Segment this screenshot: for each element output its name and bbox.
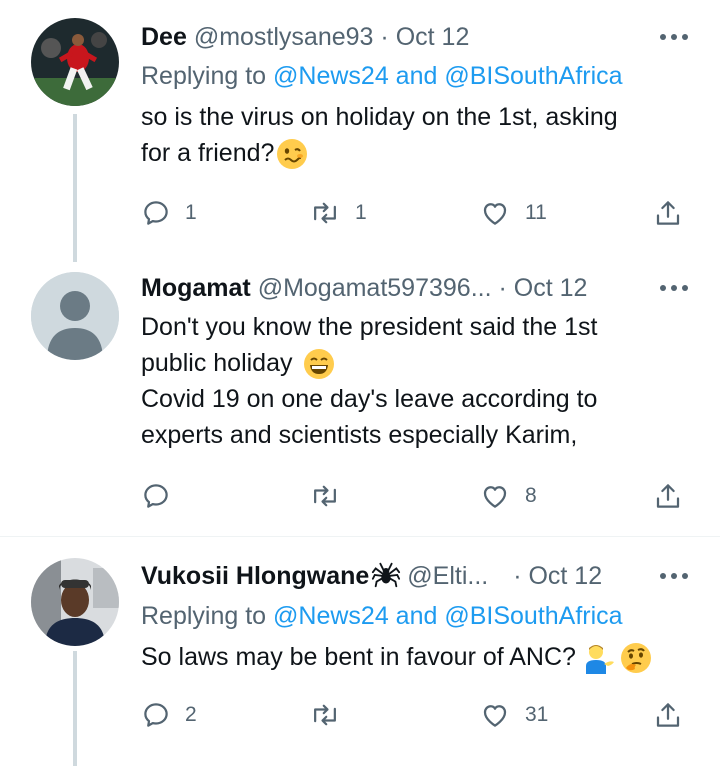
like-count: 31 xyxy=(525,703,549,726)
replying-to: Replying to @News24 and @BISouthAfrica xyxy=(141,599,623,633)
retweet-icon xyxy=(314,485,336,507)
timestamp[interactable]: Oct 12 xyxy=(514,274,588,302)
avatar-photo-person xyxy=(31,558,119,646)
reply-button[interactable]: 2 xyxy=(141,697,197,733)
replying-prefix: Replying to xyxy=(141,62,274,90)
person-tipping-hand-emoji xyxy=(585,645,614,675)
like-count: 11 xyxy=(525,201,547,224)
tweet-header: Dee @mostlysane93 · Oct 12 xyxy=(141,20,720,54)
display-name[interactable]: Vukosii Hlongwane xyxy=(141,562,369,590)
like-button[interactable]: 31 xyxy=(479,697,548,733)
more-icon[interactable] xyxy=(660,559,688,593)
tweet-dee[interactable]: Dee @mostlysane93 · Oct 12 Replying to @… xyxy=(0,0,720,262)
retweet-button[interactable]: 1 xyxy=(309,195,367,231)
reply-icon xyxy=(144,201,168,225)
like-count: 8 xyxy=(525,484,537,507)
text-line: so is the virus on holiday on the 1st, a… xyxy=(141,103,618,131)
avatar[interactable] xyxy=(31,558,119,646)
more-icon[interactable] xyxy=(660,20,688,54)
reply-button[interactable]: 1 xyxy=(141,195,197,231)
like-icon xyxy=(483,486,507,508)
retweet-icon xyxy=(314,202,336,224)
share-icon xyxy=(656,201,680,225)
tweet-text: so is the virus on holiday on the 1st, a… xyxy=(141,99,681,171)
like-icon xyxy=(483,203,507,225)
tweet-actions: 1 1 11 xyxy=(141,195,691,231)
spider-emoji xyxy=(372,563,401,588)
handle[interactable]: @mostlysane93 xyxy=(194,23,374,51)
retweet-count: 1 xyxy=(355,201,367,224)
share-button[interactable] xyxy=(653,195,683,231)
like-button[interactable]: 8 xyxy=(479,478,537,514)
replying-mentions[interactable]: @News24 and @BISouthAfrica xyxy=(273,602,623,630)
share-button[interactable] xyxy=(653,697,683,733)
replying-mentions[interactable]: @News24 and @BISouthAfrica xyxy=(273,62,623,90)
tweet-text: Don't you know the president said the 1s… xyxy=(141,309,681,453)
reply-button[interactable] xyxy=(141,478,185,514)
display-name[interactable]: Mogamat xyxy=(141,274,251,302)
display-name[interactable]: Dee xyxy=(141,23,187,51)
handle[interactable]: @Mogamat597396... xyxy=(258,274,492,302)
timestamp[interactable]: Oct 12 xyxy=(396,23,470,51)
like-button[interactable]: 11 xyxy=(479,195,547,231)
replying-to: Replying to @News24 and @BISouthAfrica xyxy=(141,59,623,93)
avatar[interactable] xyxy=(31,18,119,106)
text-line: experts and scientists especially Karim, xyxy=(141,421,578,449)
text-line: So laws may be bent in favour of ANC? xyxy=(141,643,576,671)
more-icon[interactable] xyxy=(660,271,688,305)
retweet-button[interactable] xyxy=(309,697,355,733)
thread-line xyxy=(73,651,77,766)
text-line: Don't you know the president said the 1s… xyxy=(141,313,598,341)
timestamp[interactable]: Oct 12 xyxy=(528,562,602,590)
like-icon xyxy=(483,705,507,727)
share-button[interactable] xyxy=(653,478,683,514)
text-line: for a friend? xyxy=(141,139,275,167)
reply-icon xyxy=(144,484,168,508)
replying-prefix: Replying to xyxy=(141,602,274,630)
share-icon xyxy=(656,703,680,727)
text-line: Covid 19 on one day's leave according to xyxy=(141,385,598,413)
text-line: public holiday xyxy=(141,349,293,377)
tweet-header: Vukosii Hlongwane @Elti... · Oct 12 xyxy=(141,559,720,593)
avatar[interactable] xyxy=(31,272,119,360)
tweet-mogamat[interactable]: Mogamat @Mogamat597396... · Oct 12 Don't… xyxy=(0,262,720,536)
tweet-header: Mogamat @Mogamat597396... · Oct 12 xyxy=(141,271,720,305)
default-profile-icon xyxy=(31,272,119,360)
tweet-actions: 8 xyxy=(141,478,691,514)
thread-line xyxy=(73,114,77,262)
separator: · xyxy=(380,23,389,51)
grinning-face-emoji xyxy=(304,349,335,380)
retweet-icon xyxy=(314,704,336,726)
avatar-photo-football xyxy=(31,18,119,106)
reply-count: 2 xyxy=(185,703,197,726)
tweet-text: So laws may be bent in favour of ANC? xyxy=(141,639,681,675)
handle[interactable]: @Elti... xyxy=(407,562,488,590)
separator: · xyxy=(498,274,507,302)
reply-count: 1 xyxy=(185,201,197,224)
separator: · xyxy=(513,562,522,590)
woozy-face-emoji xyxy=(277,139,308,170)
thinking-face-emoji xyxy=(620,643,651,674)
share-icon xyxy=(656,484,680,508)
tweet-vukosii[interactable]: Vukosii Hlongwane @Elti... · Oct 12 Reply… xyxy=(0,537,720,766)
tweet-actions: 2 31 xyxy=(141,697,691,733)
retweet-button[interactable] xyxy=(309,478,355,514)
reply-icon xyxy=(144,703,168,727)
